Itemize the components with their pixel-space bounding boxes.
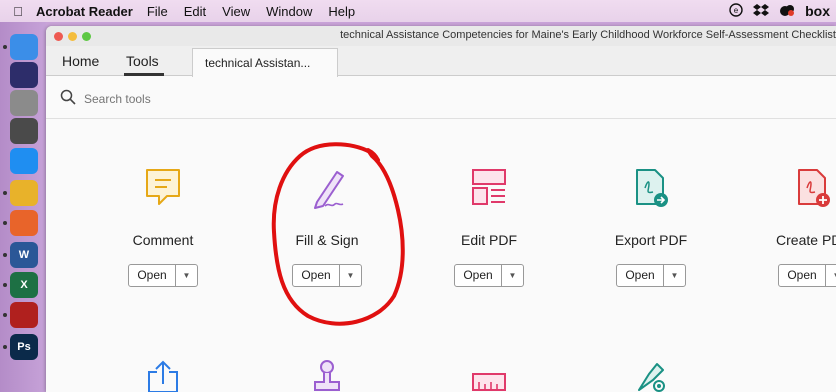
svg-text:e: e [734, 6, 739, 15]
safari-icon[interactable] [10, 148, 38, 174]
menu-window[interactable]: Window [266, 4, 312, 19]
finder-icon[interactable] [10, 34, 38, 60]
comment-icon [146, 169, 180, 205]
search-bar [46, 77, 836, 119]
menu-view[interactable]: View [222, 4, 250, 19]
menu-file[interactable]: File [147, 4, 168, 19]
tab-tools[interactable]: Tools [126, 46, 159, 76]
menu-edit[interactable]: Edit [184, 4, 206, 19]
chevron-down-icon[interactable]: ▼ [176, 265, 197, 286]
calculator-icon[interactable] [10, 118, 38, 144]
acrobat-icon[interactable] [10, 302, 38, 328]
certificates-icon[interactable] [631, 360, 671, 392]
word-icon[interactable]: W [10, 242, 38, 268]
running-indicator [3, 253, 7, 257]
running-indicator [3, 345, 7, 349]
creative-cloud-sync-icon[interactable] [779, 3, 795, 20]
edit-pdf-icon [472, 169, 506, 205]
dock: W X Ps [0, 22, 46, 392]
tool-label: Export PDF [614, 232, 688, 248]
stamp-icon[interactable] [307, 360, 347, 392]
search-input[interactable] [84, 90, 384, 108]
minimize-window-button[interactable] [68, 32, 77, 41]
running-indicator [3, 313, 7, 317]
menu-app-name[interactable]: Acrobat Reader [36, 4, 133, 19]
firefox-icon[interactable] [10, 210, 38, 236]
open-button[interactable]: Open ▼ [292, 264, 362, 287]
close-window-button[interactable] [54, 32, 63, 41]
siri-icon[interactable] [10, 62, 38, 88]
measure-icon[interactable] [469, 360, 509, 392]
open-button[interactable]: Open ▼ [454, 264, 524, 287]
tool-label: Fill & Sign [295, 232, 359, 248]
box-icon[interactable]: box [805, 3, 830, 19]
active-tab-indicator [124, 73, 164, 76]
launchpad-icon[interactable] [10, 90, 38, 116]
acrobat-window: technical Assistance Competencies for Ma… [46, 26, 836, 392]
tab-bar: Home Tools technical Assistan... [46, 46, 836, 77]
menu-help[interactable]: Help [328, 4, 355, 19]
chrome-icon[interactable] [10, 180, 38, 206]
creative-cloud-icon[interactable]: e [729, 2, 743, 20]
title-bar: technical Assistance Competencies for Ma… [46, 26, 836, 46]
chevron-down-icon[interactable]: ▼ [502, 265, 523, 286]
running-indicator [3, 283, 7, 287]
dropbox-icon[interactable] [753, 3, 770, 20]
chevron-down-icon[interactable]: ▼ [664, 265, 685, 286]
share-icon[interactable] [143, 360, 183, 392]
fill-sign-icon [314, 171, 344, 209]
running-indicator [3, 221, 7, 225]
running-indicator [3, 191, 7, 195]
running-indicator [3, 45, 7, 49]
open-button[interactable]: Open ▼ [128, 264, 198, 287]
apple-icon[interactable]:  [0, 4, 36, 19]
tool-label: Create PDF [776, 232, 836, 248]
excel-icon[interactable]: X [10, 272, 38, 298]
tab-document[interactable]: technical Assistan... [192, 48, 338, 77]
open-button[interactable]: Open ▼ [616, 264, 686, 287]
window-title: technical Assistance Competencies for Ma… [340, 29, 836, 41]
photoshop-icon[interactable]: Ps [10, 334, 38, 360]
tab-home[interactable]: Home [62, 46, 99, 76]
menu-bar:  Acrobat Reader File Edit View Window H… [0, 0, 836, 22]
export-pdf-icon [636, 169, 668, 207]
zoom-window-button[interactable] [82, 32, 91, 41]
chevron-down-icon[interactable]: ▼ [340, 265, 361, 286]
tool-label: Edit PDF [460, 232, 517, 248]
chevron-down-icon[interactable]: ▼ [826, 265, 836, 286]
create-pdf-icon [798, 169, 830, 207]
search-icon [60, 89, 76, 105]
open-button[interactable]: Open ▼ [778, 264, 836, 287]
tool-label: Comment [132, 232, 194, 248]
